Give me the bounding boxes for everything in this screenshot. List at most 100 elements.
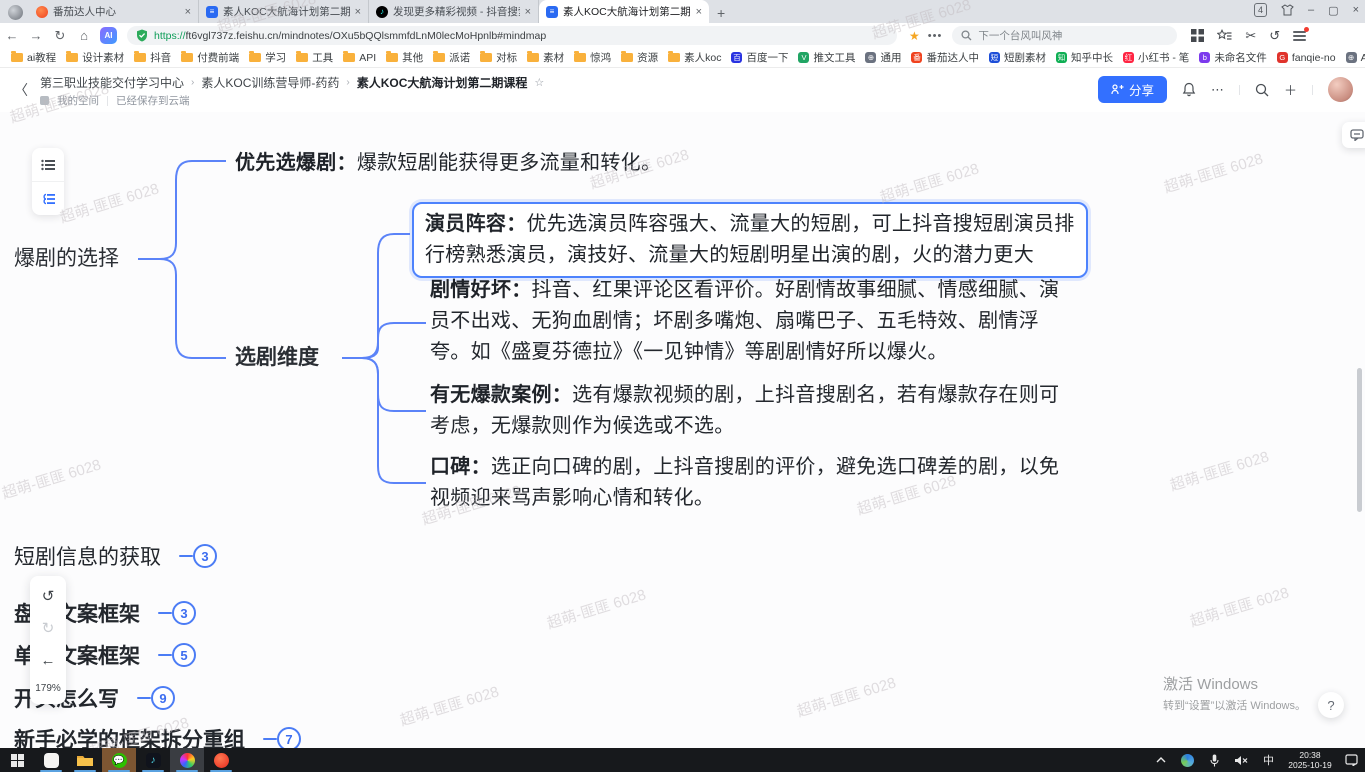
bookmark-item[interactable]: 素材 <box>522 50 569 65</box>
bookmark-item[interactable]: API <box>338 52 381 64</box>
bookmark-star-icon[interactable]: ★ <box>909 29 920 43</box>
minimize-button[interactable]: – <box>1308 4 1314 16</box>
mindmap-node-info-source[interactable]: 短剧信息的获取 3 <box>14 541 217 571</box>
bookmark-item[interactable]: G fanqie-no <box>1272 52 1341 64</box>
tab-count-badge[interactable]: 4 <box>1254 3 1267 17</box>
taskbar-app-wechat[interactable]: 💬 <box>102 748 136 772</box>
address-more-icon[interactable]: ••• <box>928 30 943 42</box>
bookmark-item[interactable]: ⊕ 通用 <box>860 50 906 65</box>
bookmark-item[interactable]: 学习 <box>244 50 291 65</box>
tray-ime-indicator[interactable]: 中 <box>1255 748 1282 772</box>
bookmark-item[interactable]: 设计素材 <box>61 50 129 65</box>
new-tab-button[interactable]: + <box>717 5 725 21</box>
maximize-button[interactable]: ▢ <box>1328 4 1338 17</box>
bookmark-item[interactable]: 百 百度一下 <box>726 50 793 65</box>
tab-feishu-doc-1[interactable]: ≡ 素人KOC大航海计划第二期课 × <box>199 0 369 23</box>
mindmap-node-priority[interactable]: 优先选爆剧：爆款短剧能获得更多流量和转化。 <box>235 148 661 179</box>
bookmark-item[interactable]: V 推文工具 <box>793 50 860 65</box>
address-bar[interactable]: https://ft6vgl737z.feishu.cn/mindnotes/O… <box>127 26 897 45</box>
ai-assistant-icon[interactable]: AI <box>100 27 117 44</box>
bookmark-item[interactable]: 短 短剧素材 <box>984 50 1051 65</box>
help-button[interactable]: ? <box>1318 692 1344 718</box>
start-button[interactable] <box>0 748 34 772</box>
tray-volume-muted-icon[interactable] <box>1228 748 1255 772</box>
taskbar-app-browser[interactable] <box>170 748 204 772</box>
collapsed-count-badge[interactable]: 3 <box>172 601 196 625</box>
bookmark-item[interactable]: 惊鸿 <box>569 50 616 65</box>
browser-logo[interactable] <box>8 5 23 20</box>
mindmap-root-node[interactable]: 爆剧的选择 <box>14 246 119 272</box>
history-restore-icon[interactable]: ↺ <box>1269 28 1280 44</box>
bookmark-item[interactable]: 抖音 <box>129 50 176 65</box>
taskbar-app-notes[interactable] <box>34 748 68 772</box>
tab-feishu-doc-active[interactable]: ≡ 素人KOC大航海计划第二期课 × <box>539 0 709 23</box>
collapsed-count-badge[interactable]: 5 <box>172 643 196 667</box>
create-new-icon[interactable]: ＋ <box>1284 80 1297 99</box>
taskbar-app-douyin[interactable]: ♪ <box>136 748 170 772</box>
taskbar-app-fanqie[interactable] <box>204 748 238 772</box>
collapsed-count-badge[interactable]: 3 <box>193 544 217 568</box>
bookmark-item[interactable]: 其他 <box>381 50 428 65</box>
search-icon[interactable] <box>1255 83 1269 97</box>
bookmark-item[interactable]: 派诺 <box>428 50 475 65</box>
back-to-root-icon[interactable]: ← <box>30 644 66 676</box>
favorites-manager-icon[interactable] <box>1217 29 1232 42</box>
tray-browser-icon[interactable] <box>1174 748 1201 772</box>
more-actions-icon[interactable]: ⋯ <box>1211 82 1224 98</box>
bookmark-item[interactable]: 付费前端 <box>176 50 244 65</box>
zoom-level[interactable]: 179% <box>35 676 61 700</box>
comment-button[interactable] <box>1342 122 1365 148</box>
tray-expand-chevron[interactable] <box>1147 748 1174 772</box>
home-icon[interactable]: ⌂ <box>72 28 96 43</box>
favorite-star-icon[interactable]: ☆ <box>534 76 544 89</box>
tab-close-icon[interactable]: × <box>355 6 361 18</box>
breadcrumb-item[interactable]: 素人KOC训练营导师-药药 <box>201 74 339 91</box>
back-chevron-icon[interactable]: 〈 <box>14 80 28 100</box>
bookmark-item[interactable]: ai教程 <box>6 50 61 65</box>
browser-menu-icon[interactable] <box>1293 30 1306 41</box>
mindmap-node-plot[interactable]: 剧情好坏：抖音、红果评论区看评价。好剧情故事细腻、情感细腻、演员不出戏、无狗血剧… <box>430 275 1078 368</box>
tab-douyin[interactable]: ♪ 发现更多精彩视频 - 抖音搜索 × <box>369 0 539 23</box>
bookmark-item[interactable]: 工具 <box>291 50 338 65</box>
theme-skin-icon[interactable] <box>1281 4 1294 16</box>
undo-icon[interactable]: ↺ <box>30 580 66 612</box>
outline-view-button[interactable] <box>32 148 64 182</box>
share-button[interactable]: 分享 <box>1098 76 1167 103</box>
bookmark-item[interactable]: ⊕ AI工具魔盒 <box>1341 50 1365 65</box>
mindmap-node-dimensions[interactable]: 选剧维度 <box>235 345 319 371</box>
notification-bell-icon[interactable] <box>1182 82 1196 97</box>
taskbar-app-explorer[interactable] <box>68 748 102 772</box>
user-avatar[interactable] <box>1328 77 1353 102</box>
vertical-scrollbar[interactable] <box>1357 368 1362 512</box>
tab-close-icon[interactable]: × <box>696 6 702 18</box>
bookmark-item[interactable]: 知 知乎中长 <box>1051 50 1118 65</box>
bookmark-item[interactable]: 番 番茄达人中 <box>906 50 984 65</box>
bookmark-item[interactable]: 素人koc <box>663 50 726 65</box>
collapsed-count-badge[interactable]: 9 <box>151 686 175 710</box>
bookmark-item[interactable]: 对标 <box>475 50 522 65</box>
breadcrumb-item[interactable]: 第三职业技能交付学习中心 <box>40 74 184 91</box>
screenshot-scissors-icon[interactable]: ✂ <box>1245 28 1256 44</box>
apps-grid-icon[interactable] <box>1191 29 1204 42</box>
tab-close-icon[interactable]: × <box>185 6 191 18</box>
bookmark-item[interactable]: b 未命名文件 <box>1194 50 1272 65</box>
bookmark-item[interactable]: 资源 <box>616 50 663 65</box>
forward-icon[interactable]: → <box>24 28 48 43</box>
hot-search-box[interactable]: 下一个台风叫风神 <box>952 26 1177 45</box>
mindmap-node-hit-cases[interactable]: 有无爆款案例：选有爆款视频的剧，上抖音搜剧名，若有爆款存在则可考虑，无爆款则作为… <box>430 380 1078 442</box>
breadcrumb-current[interactable]: 素人KOC大航海计划第二期课程 <box>357 74 528 91</box>
close-window-button[interactable]: × <box>1353 4 1359 16</box>
mindmap-node-cast-selected[interactable]: 演员阵容：优先选演员阵容强大、流量大的短剧，可上抖音搜短剧演员排行榜熟悉演员，演… <box>412 202 1088 278</box>
mindmap-node-reputation[interactable]: 口碑：选正向口碑的剧，上抖音搜剧的评价，避免选口碑差的剧，以免视频迎来骂声影响心… <box>430 452 1078 514</box>
tray-notification-center-icon[interactable] <box>1338 748 1365 772</box>
reload-icon[interactable]: ↻ <box>48 28 72 44</box>
space-label[interactable]: 我的空间 <box>57 93 99 108</box>
mindmap-canvas[interactable]: 爆剧的选择 优先选爆剧：爆款短剧能获得更多流量和转化。 选剧维度 演员阵容：优先… <box>0 112 1365 748</box>
tab-close-icon[interactable]: × <box>525 6 531 18</box>
tray-microphone-icon[interactable] <box>1201 748 1228 772</box>
back-icon[interactable]: ← <box>0 28 24 43</box>
mindmap-view-button[interactable] <box>32 182 64 215</box>
redo-icon[interactable]: ↻ <box>30 612 66 644</box>
tray-clock[interactable]: 20:38 2025-10-19 <box>1282 750 1338 770</box>
tab-fanqie[interactable]: 番茄达人中心 × <box>29 0 199 23</box>
